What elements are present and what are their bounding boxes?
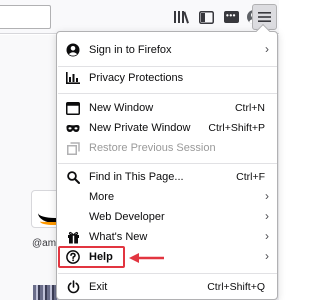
- chart-icon: [66, 71, 80, 85]
- shortcut-label: Ctrl+Shift+Q: [207, 281, 265, 293]
- app-menu-panel: Sign in to Firefox › Privacy Protections…: [56, 31, 278, 300]
- chevron-right-icon: ›: [265, 209, 269, 223]
- library-icon[interactable]: [170, 6, 192, 28]
- extension-badge: •••: [223, 11, 239, 23]
- menu-item-label: New Window: [89, 102, 154, 114]
- menu-item-label: Sign in to Firefox: [89, 44, 172, 56]
- extension-icon[interactable]: •••: [220, 6, 242, 28]
- menu-item-new-private-window[interactable]: New Private Window Ctrl+Shift+P: [58, 117, 277, 139]
- shortcut-label: Ctrl+F: [236, 171, 265, 183]
- menu-item-whats-new[interactable]: What's New ›: [58, 226, 277, 248]
- menu-separator: [58, 93, 277, 94]
- menu-separator: [58, 163, 277, 164]
- menu-item-restore-session: Restore Previous Session: [58, 137, 277, 159]
- menu-item-label: More: [89, 191, 115, 203]
- gift-icon: [66, 230, 80, 244]
- menu-item-label: Find in This Page...: [89, 171, 184, 183]
- top-site-label: @am: [32, 238, 57, 249]
- chevron-right-icon: ›: [265, 229, 269, 243]
- menu-item-label: Privacy Protections: [89, 72, 184, 84]
- search-icon: [66, 170, 80, 184]
- power-icon: [66, 280, 80, 294]
- menu-item-sign-in[interactable]: Sign in to Firefox ›: [58, 39, 277, 61]
- menu-item-privacy-protections[interactable]: Privacy Protections: [58, 67, 277, 89]
- browser-toolbar: •••: [0, 0, 279, 34]
- hamburger-menu-icon: [258, 12, 271, 22]
- menu-item-label: Web Developer: [89, 211, 165, 223]
- menu-item-web-developer[interactable]: Web Developer ›: [58, 206, 277, 228]
- menu-item-label: Restore Previous Session: [89, 142, 216, 154]
- menu-item-label: Exit: [89, 281, 108, 293]
- mask-icon: [66, 121, 80, 135]
- sidebar-icon[interactable]: [195, 6, 217, 28]
- menu-item-exit[interactable]: Exit Ctrl+Shift+Q: [58, 276, 277, 298]
- chevron-right-icon: ›: [265, 249, 269, 263]
- restore-icon: [66, 141, 80, 155]
- help-highlight-box: [58, 246, 125, 268]
- menu-item-more[interactable]: More ›: [58, 186, 277, 208]
- new-window-icon: [66, 101, 80, 115]
- url-bar[interactable]: [0, 5, 51, 29]
- menu-item-label: What's New: [89, 231, 148, 243]
- menu-item-new-window[interactable]: New Window Ctrl+N: [58, 97, 277, 119]
- menu-item-label: New Private Window: [89, 122, 191, 134]
- shortcut-label: Ctrl+N: [234, 102, 265, 114]
- annotation-arrow-icon: [129, 253, 164, 263]
- chevron-right-icon: ›: [265, 42, 269, 56]
- chevron-right-icon: ›: [265, 189, 269, 203]
- account-icon: [66, 43, 80, 57]
- menu-item-find-in-page[interactable]: Find in This Page... Ctrl+F: [58, 166, 277, 188]
- menu-separator: [58, 273, 277, 274]
- shortcut-label: Ctrl+Shift+P: [208, 122, 265, 134]
